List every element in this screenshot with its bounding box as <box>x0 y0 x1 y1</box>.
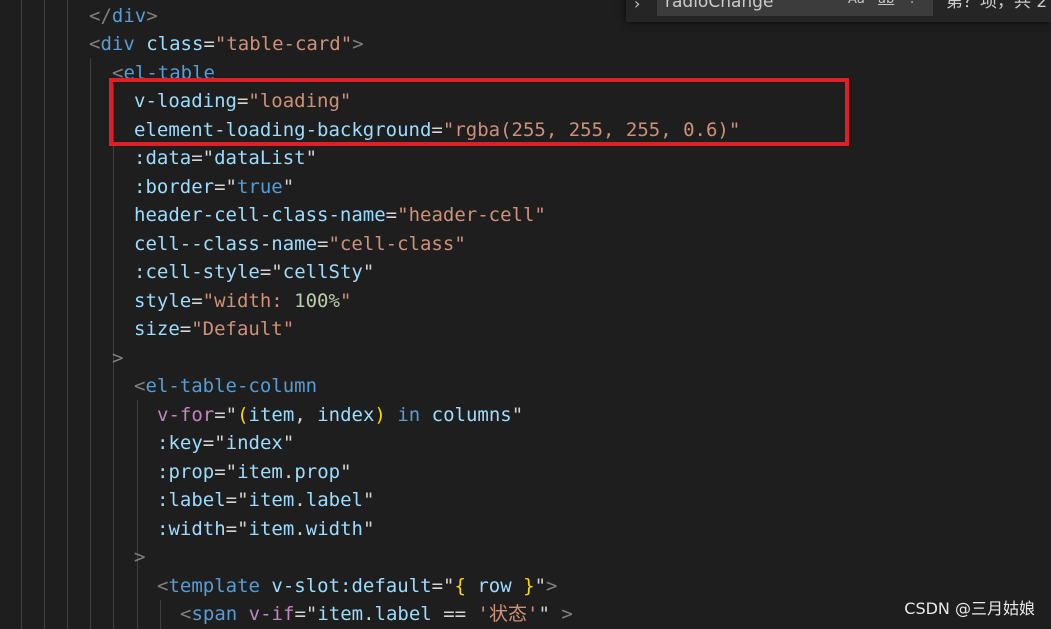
attr-name: :key <box>157 432 203 454</box>
code-line: <el-table-column <box>134 375 318 397</box>
regex-icon[interactable]: .* <box>910 0 921 12</box>
attr-name: style <box>134 290 192 312</box>
attr-expression: true <box>236 176 283 198</box>
code-line: <div class="table-card"> <box>89 33 364 55</box>
attr-value: "header-cell" <box>397 204 546 226</box>
attr-name: v-for <box>157 404 215 426</box>
loop-variable: index <box>317 404 375 426</box>
attr-number: 100% <box>294 290 340 312</box>
operator: == <box>443 603 467 625</box>
attr-expression: item <box>317 603 364 625</box>
attr-name: :prop <box>157 461 215 483</box>
attr-expression: cellSty <box>282 261 363 283</box>
code-line: </div> <box>89 5 158 27</box>
attr-name: :label <box>157 489 226 511</box>
code-line: :prop="item.prop" <box>157 461 352 483</box>
code-line: :key="index" <box>157 432 295 454</box>
code-line: :width="item.width" <box>157 518 375 540</box>
chevron-right-icon[interactable]: › <box>634 0 650 14</box>
attr-name: header-cell-class-name <box>134 204 386 226</box>
tag-name: div <box>111 5 147 27</box>
code-line: :cell-style="cellSty" <box>134 261 375 283</box>
attr-value: "width: <box>202 290 295 312</box>
attr-name: :cell-style <box>134 261 260 283</box>
indent-guide <box>137 400 138 629</box>
code-line: :data="dataList" <box>134 147 318 169</box>
attr-name: cell--class-name <box>134 233 318 255</box>
code-line: <template v-slot:default="{ row }"> <box>157 575 558 597</box>
attr-expression: item <box>248 489 295 511</box>
string-literal: '状态' <box>477 603 539 625</box>
attr-name: size <box>134 318 180 340</box>
slot-variable: row <box>477 575 512 597</box>
code-line: > <box>134 543 145 571</box>
tag-close-bracket: > <box>112 347 124 369</box>
loop-source: columns <box>431 404 512 426</box>
attr-expression: dataList <box>214 147 306 169</box>
attr-name: class <box>146 33 204 55</box>
attr-expression: item <box>237 461 283 483</box>
tag-name: div <box>100 33 135 55</box>
code-line: header-cell-class-name="header-cell" <box>134 204 546 226</box>
indent-guide <box>90 58 91 629</box>
attr-value: "table-card" <box>214 33 353 55</box>
attr-name: :data <box>134 147 192 169</box>
attr-name: v-if <box>248 603 295 625</box>
attr-expression: label <box>305 489 363 511</box>
code-line: :border="true" <box>134 176 295 198</box>
attr-value: "cell-class" <box>328 233 466 255</box>
attr-expression: index <box>225 432 283 454</box>
code-line: :label="item.label" <box>157 489 375 511</box>
attr-name: :border <box>134 176 215 198</box>
attr-value: " <box>339 290 352 312</box>
attr-expression: width <box>305 518 363 540</box>
attr-expression: label <box>374 603 432 625</box>
code-line: size="Default" <box>134 318 295 340</box>
watermark-text: CSDN @三月姑娘 <box>904 599 1035 618</box>
tag-close-bracket: > <box>134 546 146 568</box>
indent-guide <box>44 0 45 629</box>
find-result-count: 第？项，共 2 <box>946 0 1048 12</box>
code-line: > <box>112 344 123 372</box>
code-line: cell--class-name="cell-class" <box>134 233 466 255</box>
attr-expression: prop <box>294 461 341 483</box>
code-editor[interactable]: </div> <div class="table-card"> <el-tabl… <box>0 0 1051 629</box>
attr-name: v-slot:default <box>271 575 432 597</box>
tag-name: span <box>191 603 238 625</box>
whole-word-icon[interactable]: ab <box>878 0 894 12</box>
attr-value: "Default" <box>191 318 295 340</box>
tag-name: template <box>168 575 260 597</box>
annotation-highlight-box <box>109 78 849 146</box>
indent-guide <box>21 0 22 629</box>
attr-expression: item <box>248 518 295 540</box>
code-line: v-for="(item, index) in columns" <box>157 404 524 426</box>
keyword: in <box>397 404 421 426</box>
match-case-icon[interactable]: Aa <box>848 0 865 12</box>
tag-name: el-table-column <box>145 375 318 397</box>
loop-variable: item <box>248 404 295 426</box>
attr-name: :width <box>157 518 226 540</box>
code-line: style="width: 100%" <box>134 290 352 312</box>
find-widget: › Aa ab .* 第？项，共 2 <box>626 0 1051 22</box>
code-line: <span v-if="item.label == '状态'" > <box>180 603 573 625</box>
indent-guide <box>67 0 68 629</box>
indent-guide <box>160 600 161 629</box>
